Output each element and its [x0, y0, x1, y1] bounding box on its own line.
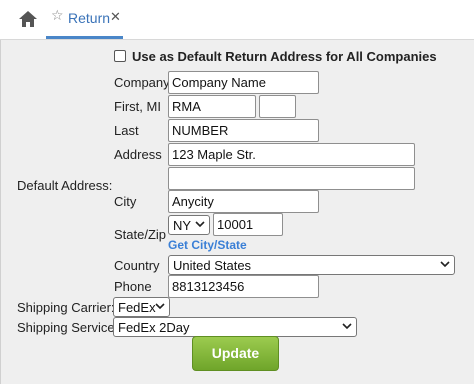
- home-icon[interactable]: [17, 9, 39, 29]
- country-select[interactable]: United States: [168, 255, 455, 275]
- default-address-label: Default Address:: [17, 178, 113, 193]
- update-button[interactable]: Update: [192, 336, 279, 371]
- shipping-service-select[interactable]: FedEx 2Day: [113, 317, 357, 337]
- address-line1-input[interactable]: [168, 143, 415, 166]
- return-address-form: Use as Default Return Address for All Co…: [0, 40, 474, 384]
- city-input[interactable]: [168, 190, 319, 213]
- chevron-down-icon: [342, 323, 352, 330]
- state-zip-label: State/Zip: [114, 227, 167, 242]
- zip-input[interactable]: [213, 213, 283, 236]
- last-label: Last: [114, 123, 139, 138]
- company-label: Company: [114, 75, 170, 90]
- state-select[interactable]: NY: [168, 215, 210, 235]
- shipping-carrier-select[interactable]: FedEx: [113, 297, 170, 317]
- country-value: United States: [173, 258, 252, 273]
- shipping-service-label: Shipping Service:: [17, 320, 119, 335]
- middle-initial-input[interactable]: [259, 95, 296, 118]
- country-label: Country: [114, 258, 160, 273]
- city-label: City: [114, 194, 137, 209]
- company-input[interactable]: [168, 71, 319, 94]
- get-city-state-link[interactable]: Get City/State: [168, 238, 247, 252]
- default-checkbox-label: Use as Default Return Address for All Co…: [132, 49, 437, 64]
- first-mi-label: First, MI: [114, 99, 161, 114]
- state-value: NY: [173, 218, 192, 233]
- chevron-down-icon: [155, 303, 165, 310]
- last-name-input[interactable]: [168, 119, 319, 142]
- address-line2-input[interactable]: [168, 167, 415, 190]
- star-icon[interactable]: ☆: [51, 8, 64, 24]
- phone-label: Phone: [114, 279, 152, 294]
- close-icon[interactable]: ✕: [110, 10, 121, 25]
- tab-return[interactable]: ☆ Return ✕: [46, 0, 123, 39]
- address-label: Address: [114, 147, 162, 162]
- chevron-down-icon: [195, 221, 205, 228]
- shipping-carrier-label: Shipping Carrier:: [17, 300, 115, 315]
- phone-input[interactable]: [168, 275, 319, 298]
- tab-label: Return: [68, 10, 111, 26]
- default-address-checkbox[interactable]: [114, 50, 126, 62]
- chevron-down-icon: [440, 261, 450, 268]
- shipping-carrier-value: FedEx: [118, 300, 156, 315]
- shipping-service-value: FedEx 2Day: [118, 320, 190, 335]
- first-name-input[interactable]: [168, 95, 256, 118]
- tab-bar: ☆ Return ✕: [0, 0, 474, 40]
